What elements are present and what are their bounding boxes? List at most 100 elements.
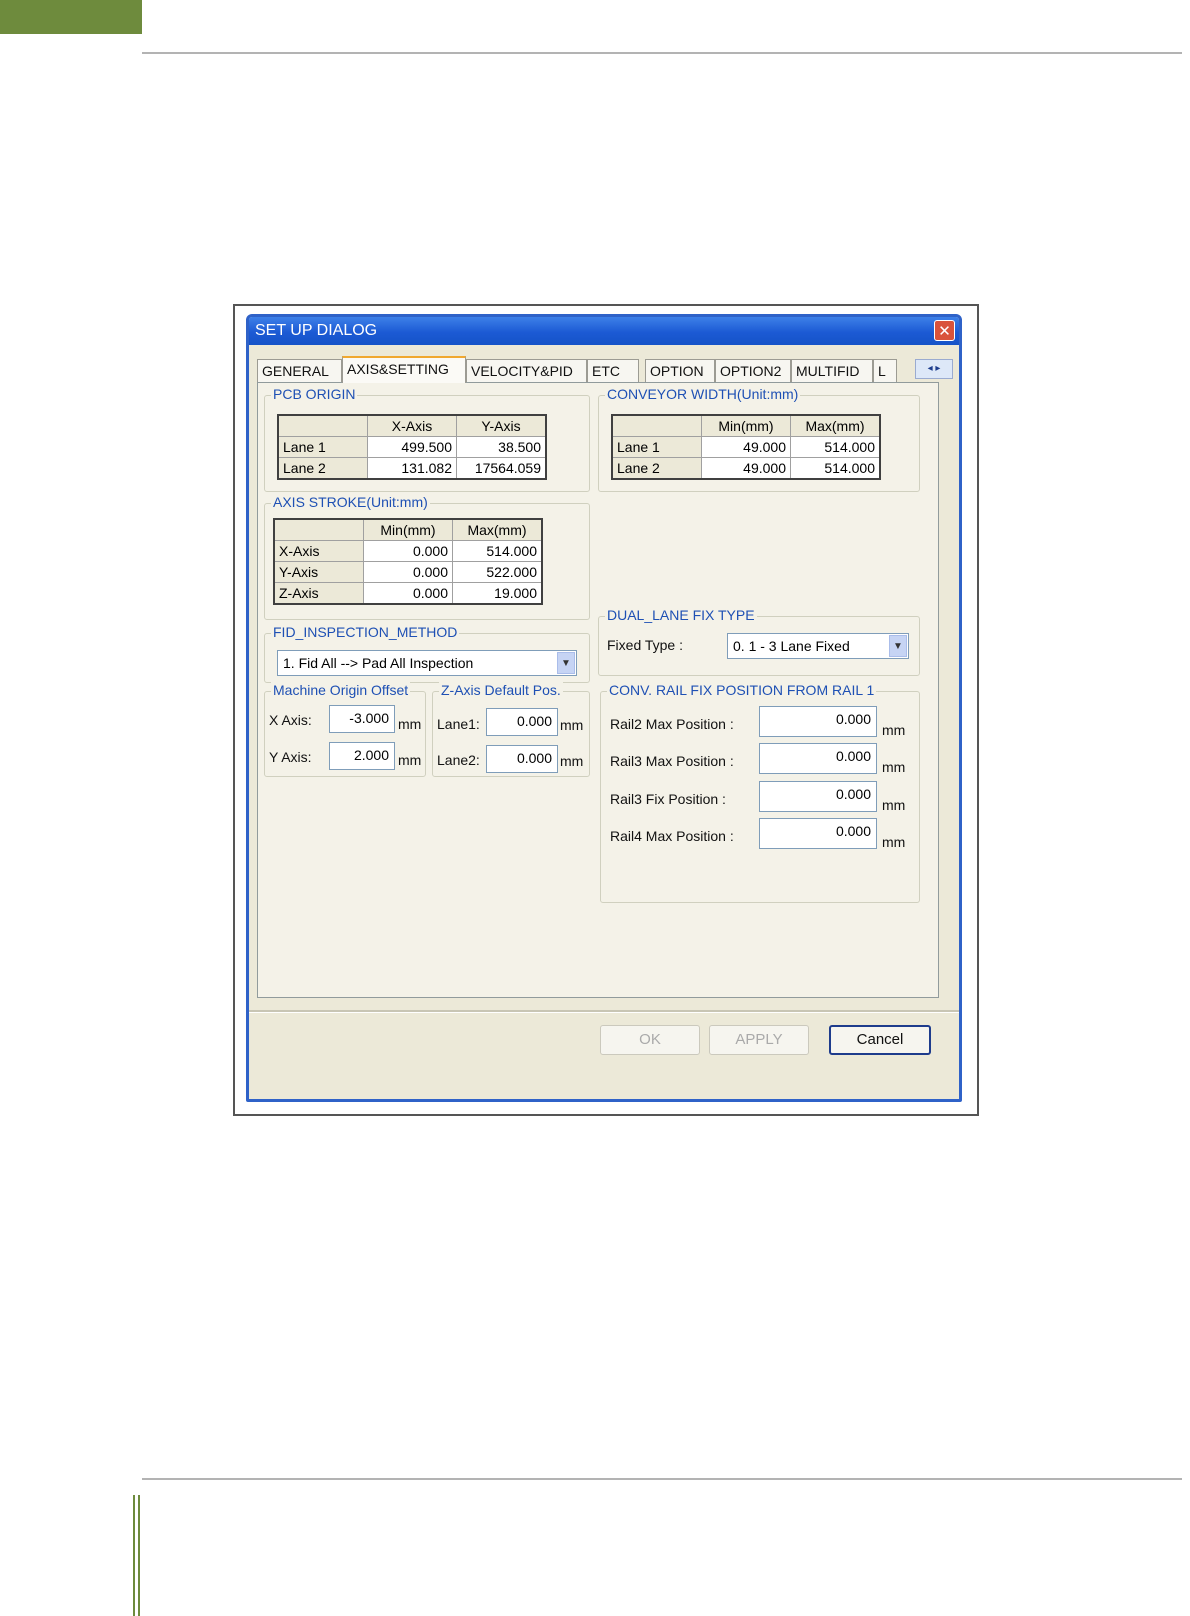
unit-label: mm	[882, 759, 906, 775]
fixed-type-select[interactable]: 0. 1 - 3 Lane Fixed ▼	[727, 633, 909, 659]
cell-x-axis[interactable]: 499.500	[367, 436, 457, 458]
cell-min[interactable]: 0.000	[363, 561, 453, 583]
setup-dialog: SET UP DIALOG ✕ GENERAL AXIS&SETTING VEL…	[246, 314, 962, 1102]
tab-axis-setting[interactable]: AXIS&SETTING	[342, 356, 466, 383]
axis-stroke-table: Min(mm) Max(mm) X-Axis 0.000 514.000 Y-A…	[273, 518, 543, 605]
table-header-row: X-Axis Y-Axis	[277, 414, 547, 437]
cell-max[interactable]: 514.000	[790, 457, 881, 480]
fid-inspection-group: FID_INSPECTION_METHOD 1. Fid All --> Pad…	[264, 624, 590, 683]
table-header-row: Min(mm) Max(mm)	[611, 414, 881, 437]
unit-label: mm	[882, 722, 906, 738]
dialog-title: SET UP DIALOG	[255, 322, 378, 339]
table-header-row: Min(mm) Max(mm)	[273, 518, 543, 541]
header-rule	[142, 52, 1182, 54]
machine-origin-label: Machine Origin Offset	[271, 682, 411, 698]
tab-option2[interactable]: OPTION2	[715, 359, 791, 382]
row-header: Lane 2	[611, 457, 702, 480]
cell-y-axis[interactable]: 38.500	[456, 436, 547, 458]
rail3-fix-input[interactable]: 0.000	[759, 781, 877, 812]
column-header: Min(mm)	[363, 518, 453, 541]
cancel-button[interactable]: Cancel	[829, 1025, 931, 1055]
axis-setting-panel: PCB ORIGIN X-Axis Y-Axis Lane 1 499.500 …	[257, 382, 939, 998]
z-axis-default-group: Z-Axis Default Pos. Lane1: 0.000 mm Lane…	[432, 682, 590, 777]
column-header: X-Axis	[367, 414, 457, 437]
conveyor-width-table: Min(mm) Max(mm) Lane 1 49.000 514.000 La…	[611, 414, 881, 480]
rail3-max-input[interactable]: 0.000	[759, 743, 877, 774]
conveyor-width-group: CONVEYOR WIDTH(Unit:mm) Min(mm) Max(mm) …	[598, 386, 920, 492]
column-header	[273, 518, 364, 541]
cell-min[interactable]: 49.000	[701, 436, 791, 458]
cell-y-axis[interactable]: 17564.059	[456, 457, 547, 480]
rail3-max-label: Rail3 Max Position :	[610, 753, 734, 769]
tab-l[interactable]: L	[873, 359, 897, 382]
dual-lane-label: DUAL_LANE FIX TYPE	[605, 607, 757, 623]
fixed-type-label: Fixed Type :	[607, 637, 684, 653]
tab-strip: GENERAL AXIS&SETTING VELOCITY&PID ETC OP…	[257, 356, 957, 383]
tab-velocity-pid[interactable]: VELOCITY&PID	[466, 359, 587, 382]
cell-min[interactable]: 49.000	[701, 457, 791, 480]
rail2-max-input[interactable]: 0.000	[759, 706, 877, 737]
close-button[interactable]: ✕	[934, 320, 955, 341]
ok-button[interactable]: OK	[600, 1025, 700, 1055]
fid-inspection-select[interactable]: 1. Fid All --> Pad All Inspection ▼	[277, 650, 577, 676]
x-axis-offset-input[interactable]: -3.000	[329, 705, 395, 733]
unit-label: mm	[882, 834, 906, 850]
table-row: X-Axis 0.000 514.000	[273, 540, 543, 562]
tab-general[interactable]: GENERAL	[257, 359, 342, 382]
column-header: Y-Axis	[456, 414, 547, 437]
row-header: Z-Axis	[273, 582, 364, 605]
y-axis-label: Y Axis:	[269, 749, 312, 765]
cell-max[interactable]: 514.000	[790, 436, 881, 458]
column-header: Max(mm)	[790, 414, 881, 437]
tab-option[interactable]: OPTION	[645, 359, 715, 382]
lane1-label: Lane1:	[437, 716, 480, 732]
x-axis-label: X Axis:	[269, 712, 312, 728]
y-axis-offset-input[interactable]: 2.000	[329, 742, 395, 770]
machine-origin-group: Machine Origin Offset X Axis: -3.000 mm …	[264, 682, 426, 777]
fixed-type-value: 0. 1 - 3 Lane Fixed	[733, 638, 850, 654]
pcb-origin-group: PCB ORIGIN X-Axis Y-Axis Lane 1 499.500 …	[264, 386, 590, 492]
row-header: Lane 1	[611, 436, 702, 458]
close-icon: ✕	[938, 322, 951, 340]
cell-x-axis[interactable]: 131.082	[367, 457, 457, 480]
column-header	[611, 414, 702, 437]
apply-button[interactable]: APPLY	[709, 1025, 809, 1055]
column-header: Min(mm)	[701, 414, 791, 437]
rail4-max-input[interactable]: 0.000	[759, 818, 877, 849]
cell-min[interactable]: 0.000	[363, 582, 453, 605]
table-row: Y-Axis 0.000 522.000	[273, 561, 543, 583]
table-row: Lane 1 499.500 38.500	[277, 436, 547, 458]
axis-stroke-label: AXIS STROKE(Unit:mm)	[271, 494, 430, 510]
rail2-max-label: Rail2 Max Position :	[610, 716, 734, 732]
row-header: Lane 2	[277, 457, 368, 480]
tab-multifid[interactable]: MULTIFID	[791, 359, 873, 382]
lane2-z-input[interactable]: 0.000	[486, 745, 558, 773]
cell-max[interactable]: 522.000	[452, 561, 543, 583]
chevron-down-icon[interactable]: ▼	[889, 635, 907, 657]
rail3-fix-label: Rail3 Fix Position :	[610, 791, 726, 807]
conveyor-width-label: CONVEYOR WIDTH(Unit:mm)	[605, 386, 801, 402]
fid-inspection-label: FID_INSPECTION_METHOD	[271, 624, 460, 640]
lane1-z-input[interactable]: 0.000	[486, 708, 558, 736]
cell-max[interactable]: 514.000	[452, 540, 543, 562]
chevron-down-icon[interactable]: ▼	[557, 652, 575, 674]
unit-label: mm	[398, 752, 422, 768]
table-row: Lane 2 49.000 514.000	[611, 457, 881, 480]
pcb-origin-label: PCB ORIGIN	[271, 386, 358, 402]
conv-rail-label: CONV. RAIL FIX POSITION FROM RAIL 1	[607, 682, 877, 698]
button-separator	[249, 1010, 959, 1013]
cell-max[interactable]: 19.000	[452, 582, 543, 605]
lane2-label: Lane2:	[437, 752, 480, 768]
axis-stroke-group: AXIS STROKE(Unit:mm) Min(mm) Max(mm) X-A…	[264, 494, 590, 620]
rail4-max-label: Rail4 Max Position :	[610, 828, 734, 844]
pcb-origin-table: X-Axis Y-Axis Lane 1 499.500 38.500 Lane…	[277, 414, 547, 480]
unit-label: mm	[560, 753, 584, 769]
tab-scroll-arrows[interactable]: ◂ ▸	[915, 359, 953, 379]
row-header: Y-Axis	[273, 561, 364, 583]
title-bar[interactable]: SET UP DIALOG ✕	[249, 317, 959, 345]
cell-min[interactable]: 0.000	[363, 540, 453, 562]
dual-lane-group: DUAL_LANE FIX TYPE Fixed Type : 0. 1 - 3…	[598, 607, 920, 676]
page-corner-tab	[0, 0, 142, 34]
tab-etc[interactable]: ETC	[587, 359, 639, 382]
unit-label: mm	[882, 797, 906, 813]
